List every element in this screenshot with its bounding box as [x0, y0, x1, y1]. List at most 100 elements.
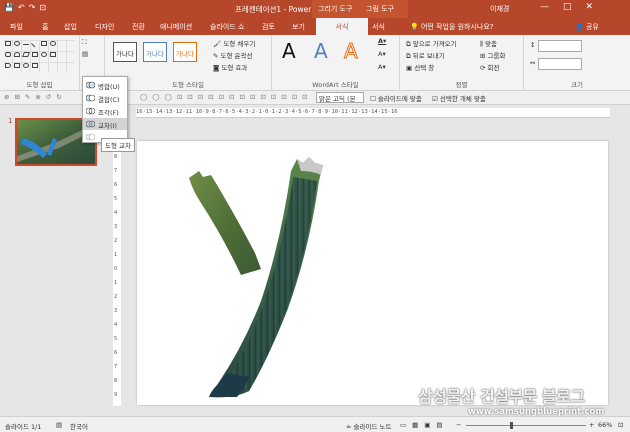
tab-insert[interactable]: 삽입 [64, 22, 77, 32]
group-label: 도형 삽입 [26, 81, 53, 89]
wordart-style-orange[interactable]: A [344, 39, 359, 64]
shape-style-3[interactable]: 가나다 [173, 42, 197, 62]
selection-pane-icon: ▣ [406, 64, 415, 72]
vertical-ruler-label: 3 [114, 224, 118, 230]
language-indicator[interactable]: 한국어 [70, 421, 88, 431]
paint-bucket-icon: 🖌 [213, 40, 224, 48]
vertical-ruler-label: 5 [114, 196, 118, 202]
vertical-ruler-label: 4 [114, 210, 118, 216]
share-button[interactable]: 👤 공유 [575, 22, 599, 32]
draw-tools-icons[interactable]: ⊕⊞✎⊗↺↻ [4, 93, 67, 101]
contextual-tab-header: 그리기 도구 그림 도구 [312, 0, 408, 18]
edit-shape-icon[interactable]: ⛶ [82, 38, 87, 47]
group-label: 정렬 [455, 81, 468, 89]
fit-selected-checkbox[interactable]: ☑ 선택한 개체 맞춤 [432, 93, 486, 103]
send-backward-icon: ⧉ [406, 52, 413, 60]
shape-fill-button[interactable]: 🖌 도형 채우기 [213, 38, 255, 48]
spell-check-icon[interactable]: ▤ [56, 421, 62, 429]
wordart-style-blue[interactable]: A [314, 39, 328, 63]
window-controls: —□✕ [540, 2, 607, 12]
quick-access-toolbar[interactable]: 💾↶↷⊡ [4, 3, 50, 12]
text-fill-icon[interactable]: A▾ [378, 37, 386, 45]
vertical-ruler-label: 8 [114, 378, 118, 384]
tab-review[interactable]: 검토 [262, 22, 275, 32]
tooltip: 도형 교차 [101, 138, 135, 152]
font-select[interactable]: 맑은 고딕 (본 [316, 92, 364, 103]
vertical-ruler-label: 3 [114, 308, 118, 314]
notes-button[interactable]: ≐ 슬라이드 노트 [346, 421, 391, 431]
shape-width-input[interactable] [538, 58, 582, 70]
tab-design[interactable]: 디자인 [95, 22, 114, 32]
group-insert-shapes: ⛶ ▤ 도형 삽입 [0, 35, 88, 91]
bring-forward-button[interactable]: ⧉ 앞으로 가져오기 [406, 38, 457, 49]
tab-home[interactable]: 홈 [42, 22, 48, 32]
slide-count: 슬라이드 1/1 [5, 423, 42, 431]
tab-animations[interactable]: 애니메이션 [160, 22, 192, 32]
picture-tools-label: 그림 도구 [366, 5, 394, 13]
zoom-slider[interactable] [466, 425, 586, 426]
shape-tools-icons[interactable]: ◯◯◯⊡⊡⊡⊡⊡⊡⊡⊡⊡⊡⊡⊡⊡ [140, 93, 313, 101]
tab-slideshow[interactable]: 슬라이드 쇼 [210, 22, 244, 32]
zoom-out-button[interactable]: − [456, 421, 461, 429]
fragment-icon [86, 107, 95, 115]
shape-effects-button[interactable]: ◙ 도형 효과 [213, 62, 247, 72]
checkbox-icon: ☐ [370, 95, 378, 103]
group-wordart: A A A A▾ A▾ A▾ WordArt 스타일 [272, 35, 400, 91]
vertical-ruler-label: 8 [114, 154, 118, 160]
shape-style-1[interactable]: 가나다 [113, 42, 137, 62]
shape-height-input[interactable] [538, 40, 582, 52]
group-size: ↕ ↔ 크기 [524, 35, 630, 91]
vertical-ruler-label: 6 [114, 182, 118, 188]
checkbox-checked-icon: ☑ [432, 95, 440, 103]
tab-view[interactable]: 보기 [292, 22, 305, 32]
vertical-ruler-label: 1 [114, 252, 118, 258]
menu-item-union[interactable]: 병합(U) [83, 79, 127, 91]
tab-file[interactable]: 파일 [10, 22, 23, 32]
horizontal-ruler: 16·15·14·13·12·11·10·9·8·7·6·5·4·3·2·1·0… [136, 108, 610, 118]
view-buttons[interactable]: ▭▦▣▤ [400, 421, 449, 429]
rotate-button[interactable]: ⟳ 회전 [480, 62, 499, 72]
shape-gallery[interactable] [4, 39, 74, 73]
shape-outline-button[interactable]: ✎ 도형 윤곽선 [213, 50, 252, 60]
drawing-tools-label: 그리기 도구 [318, 5, 353, 13]
send-backward-button[interactable]: ⧉ 뒤로 보내기 [406, 50, 445, 61]
text-effects-icon[interactable]: A▾ [378, 63, 386, 71]
vertical-ruler-label: 2 [114, 238, 118, 244]
minimize-button[interactable]: — [540, 2, 563, 12]
vertical-ruler-label: 1 [114, 280, 118, 286]
tab-format-picture[interactable]: 서식 [372, 22, 385, 32]
notes-icon: ≐ [346, 423, 354, 431]
fit-slide-icon[interactable]: ⊡ [618, 421, 623, 429]
zoom-slider-thumb[interactable] [510, 422, 513, 429]
menu-item-fragment[interactable]: 조각(F) [83, 105, 127, 117]
close-button[interactable]: ✕ [586, 2, 608, 12]
group-button[interactable]: ⊞ 그룹화 [480, 50, 505, 60]
group-arrange: ⧉ 앞으로 가져오기 ⧉ 뒤로 보내기 ▣ 선택 창 ⫼ 맞춤 ⊞ 그룹화 ⟳ … [400, 35, 524, 91]
group-label: WordArt 스타일 [312, 81, 359, 89]
shape-style-2[interactable]: 가나다 [143, 42, 167, 62]
y-shaped-picture[interactable] [137, 141, 608, 405]
user-name[interactable]: 이재경 [490, 4, 509, 14]
tab-format-drawing[interactable]: 서식 [316, 18, 368, 35]
tell-me-box[interactable]: 💡 어떤 작업을 원하시나요? [410, 22, 494, 32]
zoom-level[interactable]: 66% [598, 421, 612, 429]
maximize-button[interactable]: □ [563, 2, 586, 12]
fit-to-slide-checkbox[interactable]: ☐ 슬라이드에 맞춤 [370, 93, 422, 103]
menu-item-intersect[interactable]: 교차(I) [83, 118, 127, 130]
menu-item-combine[interactable]: 결합(C) [83, 92, 127, 104]
selection-pane-button[interactable]: ▣ 선택 창 [406, 62, 434, 72]
vertical-ruler-label: 4 [114, 322, 118, 328]
text-outline-icon[interactable]: A▾ [378, 50, 386, 58]
slide-canvas[interactable] [137, 141, 608, 405]
union-icon [86, 81, 95, 89]
intersect-icon [86, 120, 95, 128]
vertical-ruler-label: 0 [114, 266, 118, 272]
vertical-ruler-label: 6 [114, 350, 118, 356]
zoom-in-button[interactable]: + [589, 421, 594, 429]
person-icon: 👤 [575, 23, 586, 31]
pen-icon: ✎ [213, 52, 221, 60]
align-button[interactable]: ⫼ 맞춤 [480, 38, 497, 49]
wordart-style-black[interactable]: A [282, 39, 296, 63]
tab-transitions[interactable]: 전환 [132, 22, 145, 32]
textbox-icon[interactable]: ▤ [82, 50, 88, 58]
